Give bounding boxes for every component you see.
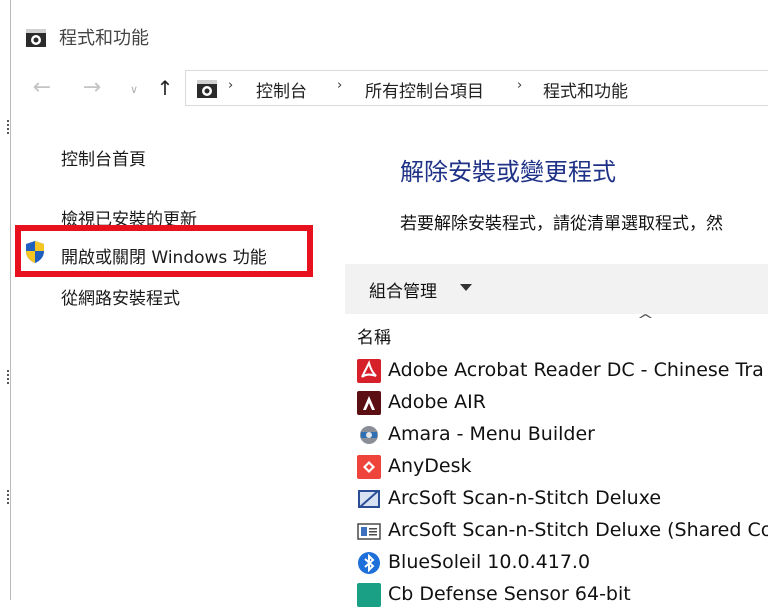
control-panel-icon (26, 29, 46, 47)
dropdown-arrow-icon[interactable] (460, 284, 472, 291)
control-panel-icon (197, 80, 217, 98)
breadcrumb-control-panel[interactable]: 控制台 (256, 77, 307, 102)
list-item[interactable]: BlueSoleil 10.0.417.0 (357, 549, 768, 577)
border-mark (7, 120, 12, 134)
program-name: ArcSoft Scan-n-Stitch Deluxe (388, 487, 662, 509)
arcsoft-icon (358, 490, 380, 508)
program-name: Adobe Acrobat Reader DC - Chinese Tra (388, 359, 764, 381)
command-bar: 組合管理 (345, 264, 768, 314)
breadcrumb-all-items[interactable]: 所有控制台項目 (365, 77, 484, 102)
program-name: Adobe AIR (388, 391, 486, 413)
title-bar: 程式和功能 (11, 0, 768, 64)
breadcrumb-programs-features[interactable]: 程式和功能 (543, 77, 628, 102)
recent-locations-button[interactable]: ∨ (121, 76, 147, 104)
amara-icon (360, 426, 378, 444)
list-item[interactable]: Adobe AIR (357, 389, 768, 417)
program-name: AnyDesk (388, 455, 472, 477)
program-name: Amara - Menu Builder (388, 423, 595, 445)
column-header-name[interactable]: 名稱 (357, 323, 391, 348)
forward-button[interactable]: → (79, 74, 105, 102)
page-description: 若要解除安裝程式，請從清單選取程式，然 (400, 214, 723, 234)
list-item[interactable]: Adobe Acrobat Reader DC - Chinese Tra (357, 357, 768, 385)
organize-button[interactable]: 組合管理 (369, 277, 437, 302)
page-title: 解除安裝或變更程式 (400, 158, 616, 186)
list-item[interactable]: AnyDesk (357, 453, 768, 481)
bluetooth-icon (358, 552, 380, 574)
cb-defense-icon (357, 583, 381, 607)
arcsoft-shared-icon (357, 523, 381, 540)
program-name: BlueSoleil 10.0.417.0 (388, 551, 591, 573)
list-item[interactable]: Cb Defense Sensor 64-bit (357, 581, 768, 609)
address-bar[interactable]: › 控制台 › 所有控制台項目 › 程式和功能 (185, 70, 768, 106)
window-title: 程式和功能 (59, 28, 149, 49)
turn-windows-features-link[interactable]: 開啟或關閉 Windows 功能 (61, 243, 267, 268)
list-item[interactable]: ArcSoft Scan-n-Stitch Deluxe (Shared Co (357, 517, 768, 545)
install-from-network-link[interactable]: 從網路安裝程式 (61, 284, 180, 309)
breadcrumb-separator: › (337, 78, 343, 93)
acrobat-icon (357, 359, 381, 383)
back-button[interactable]: ← (29, 74, 55, 102)
up-button[interactable]: ↑ (152, 74, 178, 102)
list-item[interactable]: Amara - Menu Builder (357, 421, 768, 449)
list-item[interactable]: ArcSoft Scan-n-Stitch Deluxe (357, 485, 768, 513)
uac-shield-icon (26, 241, 44, 263)
border-mark (7, 370, 12, 384)
control-panel-home-link[interactable]: 控制台首頁 (61, 145, 146, 170)
breadcrumb-separator: › (517, 78, 523, 93)
anydesk-icon (357, 455, 381, 479)
border-mark (7, 490, 12, 504)
sort-ascending-icon: ^ (636, 313, 655, 328)
breadcrumb-separator: › (228, 78, 234, 93)
program-name: Cb Defense Sensor 64-bit (388, 583, 631, 605)
navigation-bar: ← → ∨ ↑ › 控制台 › 所有控制台項目 › 程式和功能 (11, 64, 768, 114)
adobe-air-icon (357, 391, 381, 415)
program-name: ArcSoft Scan-n-Stitch Deluxe (Shared Co (388, 519, 768, 541)
